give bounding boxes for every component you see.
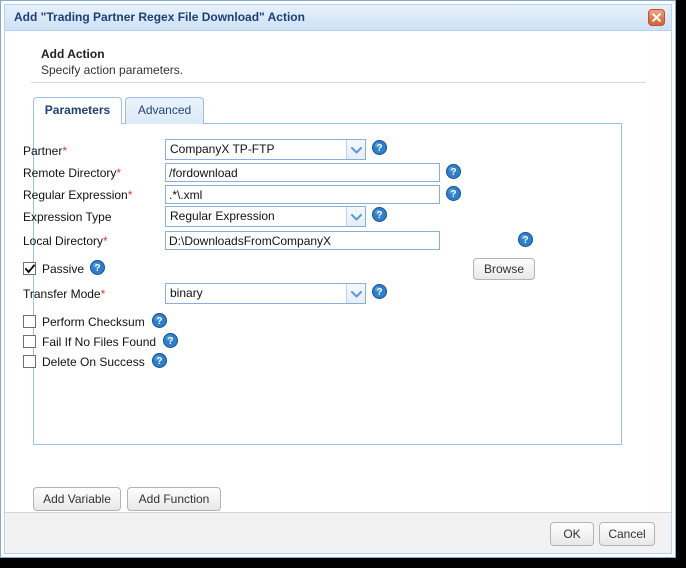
- help-icon-expression-type[interactable]: ?: [372, 207, 387, 222]
- svg-text:?: ?: [376, 210, 382, 221]
- svg-text:?: ?: [450, 189, 456, 200]
- transfer-mode-select[interactable]: binary: [165, 283, 366, 304]
- svg-text:?: ?: [376, 287, 382, 298]
- label-expression-type: Expression Type: [23, 207, 112, 227]
- chevron-down-icon[interactable]: [346, 207, 365, 226]
- ok-button[interactable]: OK: [550, 522, 594, 546]
- required-asterisk: *: [116, 166, 121, 180]
- title-bar: Add "Trading Partner Regex File Download…: [5, 5, 671, 31]
- regular-expression-input[interactable]: [165, 185, 440, 204]
- help-icon-perform-checksum[interactable]: ?: [152, 313, 167, 328]
- delete-on-success-label: Delete On Success: [42, 355, 145, 369]
- cancel-button[interactable]: Cancel: [599, 522, 655, 546]
- help-icon-local-directory[interactable]: ?: [518, 232, 533, 247]
- dialog-content: Add Action Specify action parameters. Ad…: [5, 32, 671, 553]
- delete-on-success-checkbox[interactable]: [23, 355, 36, 368]
- svg-text:?: ?: [94, 263, 100, 274]
- label-transfer-mode: Transfer Mode*: [23, 284, 105, 304]
- dialog-window: Add "Trading Partner Regex File Download…: [0, 0, 676, 558]
- expression-type-select-value: Regular Expression: [170, 209, 275, 223]
- help-icon-delete-on-success[interactable]: ?: [152, 353, 167, 368]
- close-icon[interactable]: [648, 9, 665, 26]
- partner-select[interactable]: CompanyX TP-FTP: [165, 139, 366, 160]
- required-asterisk: *: [62, 144, 67, 158]
- help-icon-regular-expression[interactable]: ?: [446, 186, 461, 201]
- svg-text:?: ?: [522, 235, 528, 246]
- expression-type-select[interactable]: Regular Expression: [165, 206, 366, 227]
- svg-text:?: ?: [376, 143, 382, 154]
- chevron-down-icon[interactable]: [346, 140, 365, 159]
- perform-checksum-label: Perform Checksum: [42, 315, 145, 329]
- page-title: Add Action: [41, 47, 105, 61]
- svg-text:?: ?: [450, 167, 456, 178]
- dialog-footer: OK Cancel: [5, 512, 671, 553]
- required-asterisk: *: [128, 188, 133, 202]
- perform-checksum-checkbox[interactable]: [23, 315, 36, 328]
- label-partner: Partner*: [23, 141, 67, 161]
- label-local-directory: Local Directory*: [23, 231, 108, 251]
- label-regular-expression: Regular Expression*: [23, 185, 132, 205]
- required-asterisk: *: [103, 234, 108, 248]
- page-subtitle: Specify action parameters.: [41, 63, 183, 77]
- help-icon-transfer-mode[interactable]: ?: [372, 284, 387, 299]
- svg-text:?: ?: [167, 336, 173, 347]
- help-icon-fail-if-no-files-found[interactable]: ?: [163, 333, 178, 348]
- local-directory-input[interactable]: [165, 231, 440, 250]
- label-remote-directory: Remote Directory*: [23, 163, 121, 183]
- svg-text:?: ?: [156, 316, 162, 327]
- tab-advanced[interactable]: Advanced: [125, 97, 204, 124]
- svg-text:?: ?: [156, 356, 162, 367]
- fail-if-no-files-found-checkbox[interactable]: [23, 335, 36, 348]
- required-asterisk: *: [101, 287, 106, 301]
- remote-directory-input[interactable]: [165, 163, 440, 182]
- help-icon-passive[interactable]: ?: [90, 260, 105, 275]
- header-divider: [31, 82, 646, 83]
- dialog-window-inner: Add "Trading Partner Regex File Download…: [4, 4, 672, 554]
- browse-button[interactable]: Browse: [473, 258, 535, 280]
- transfer-mode-select-value: binary: [170, 286, 203, 300]
- help-icon-remote-directory[interactable]: ?: [446, 164, 461, 179]
- partner-select-value: CompanyX TP-FTP: [170, 142, 274, 156]
- add-function-button[interactable]: Add Function: [127, 487, 221, 511]
- tab-parameters[interactable]: Parameters: [33, 97, 122, 124]
- help-icon-partner[interactable]: ?: [372, 140, 387, 155]
- passive-label: Passive: [42, 262, 84, 276]
- passive-checkbox[interactable]: [23, 262, 36, 275]
- fail-if-no-files-found-label: Fail If No Files Found: [42, 335, 156, 349]
- add-variable-button[interactable]: Add Variable: [33, 487, 121, 511]
- chevron-down-icon[interactable]: [346, 284, 365, 303]
- dialog-title: Add "Trading Partner Regex File Download…: [14, 10, 305, 24]
